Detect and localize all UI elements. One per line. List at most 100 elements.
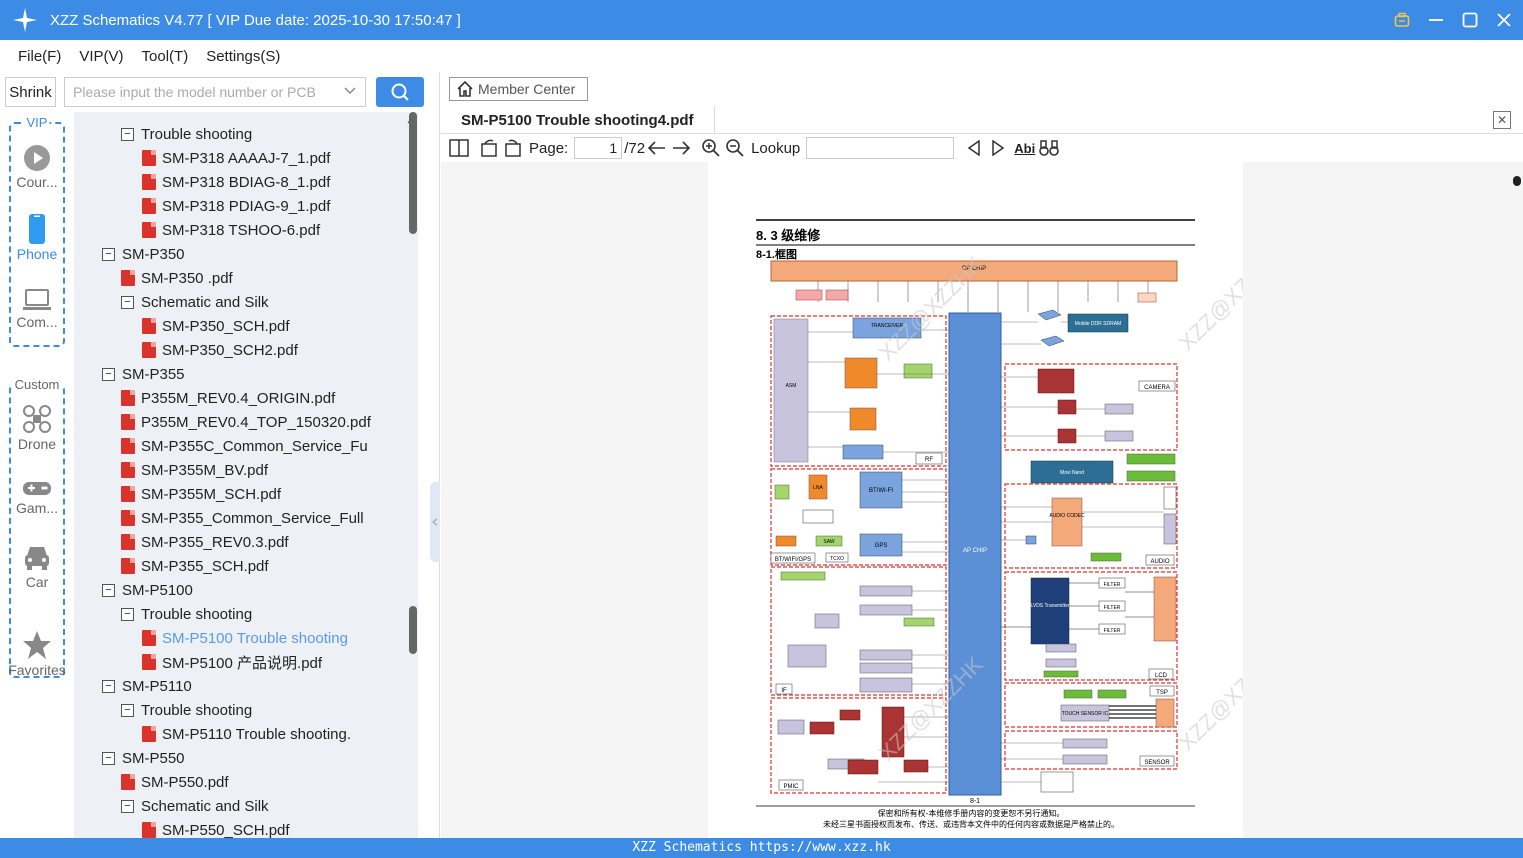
tree-file-item[interactable]: SM-P318 PDIAG-9_1.pdf (142, 194, 330, 218)
binoculars-icon[interactable] (1037, 136, 1061, 160)
custom-group-label: Custom (12, 377, 62, 392)
shrink-button[interactable]: Shrink (5, 77, 56, 107)
viewer-scroll-thumb[interactable] (1513, 176, 1521, 186)
menu-vip[interactable]: VIP(V) (79, 48, 123, 65)
tree-file-item[interactable]: SM-P355M_SCH.pdf (121, 482, 281, 506)
tree-file-item[interactable]: SM-P350_SCH.pdf (142, 314, 290, 338)
tree-folder-item[interactable]: − SM-P355 (102, 362, 185, 386)
tree-folder-item[interactable]: − Trouble shooting (121, 122, 252, 146)
tree-file-item[interactable]: SM-P318 AAAAJ-7_1.pdf (142, 146, 330, 170)
rotate-right-icon[interactable] (501, 136, 525, 160)
search-button[interactable] (376, 77, 424, 107)
menu-file[interactable]: File(F) (18, 48, 61, 65)
tree-folder-item[interactable]: − Schematic and Silk (121, 290, 269, 314)
rotate-left-icon[interactable] (477, 136, 501, 160)
tree-file-item[interactable]: SM-P355_Common_Service_Full (121, 506, 364, 530)
tree-item-label: SM-P350_SCH2.pdf (162, 341, 298, 359)
vip-bag-icon[interactable] (1393, 11, 1411, 29)
tree-file-item[interactable]: SM-P318 BDIAG-8_1.pdf (142, 170, 330, 194)
tree-file-item[interactable]: SM-P355_SCH.pdf (121, 554, 269, 578)
tree-file-item[interactable]: P355M_REV0.4_TOP_150320.pdf (121, 410, 371, 434)
tree-file-item[interactable]: SM-P5100 Trouble shooting (142, 626, 348, 650)
maximize-button[interactable] (1461, 11, 1479, 29)
rail-phone[interactable]: Phone (0, 214, 74, 262)
lvds-label: LVDS Transmitter (1030, 603, 1069, 609)
next-match-icon[interactable] (986, 136, 1010, 160)
pdf-viewer[interactable]: 8. 3 级维修 8-1.框图 CP CHIP AP CHIP ASM TRAN… (441, 162, 1523, 838)
menu-settings[interactable]: Settings(S) (206, 48, 280, 65)
collapse-icon[interactable]: − (121, 295, 134, 309)
search-input[interactable]: Please input the model number or PCB (64, 77, 366, 107)
tree-folder-item[interactable]: − Trouble shooting (121, 602, 252, 626)
tree-file-item[interactable]: SM-P550.pdf (121, 770, 229, 794)
rail-course[interactable]: Cour... (0, 144, 74, 190)
course-play-icon (24, 145, 50, 171)
arrow-left-icon[interactable] (645, 136, 669, 160)
close-tab-button[interactable]: ✕ (1493, 111, 1511, 129)
asm-label: ASM (786, 383, 797, 389)
collapse-icon[interactable]: − (102, 367, 115, 381)
tree-item-label: SM-P318 AAAAJ-7_1.pdf (162, 149, 331, 167)
zoom-out-icon[interactable] (723, 136, 747, 160)
tree-file-item[interactable]: SM-P5100 产品说明.pdf (142, 650, 322, 674)
tree-file-item[interactable]: SM-P350_SCH2.pdf (142, 338, 298, 362)
collapse-icon[interactable]: − (121, 607, 134, 621)
tree-item-label: SM-P355 (122, 365, 185, 383)
lookup-label: Lookup (751, 139, 801, 157)
arrow-right-icon[interactable] (669, 136, 693, 160)
tab-document[interactable]: SM-P5100 Trouble shooting4.pdf (441, 106, 715, 134)
collapse-icon[interactable]: − (102, 679, 115, 693)
tree-scrollbar[interactable] (407, 112, 417, 838)
tree-item-label: Trouble shooting (141, 125, 253, 143)
tree-file-item[interactable]: SM-P550_SCH.pdf (142, 818, 290, 838)
tree-folder-item[interactable]: − SM-P5110 (102, 674, 192, 698)
rail-label: Car (25, 574, 49, 590)
main-area: Member Center SM-P5100 Trouble shooting4… (441, 72, 1523, 838)
member-center-button[interactable]: Member Center (449, 77, 588, 101)
tree-file-item[interactable]: SM-P318 TSHOO-6.pdf (142, 218, 320, 242)
collapse-icon[interactable]: − (102, 751, 115, 765)
panel-splitter[interactable] (430, 482, 440, 562)
rail-car[interactable]: Car (0, 544, 74, 590)
tree-file-item[interactable]: SM-P355C_Common_Service_Fu (121, 434, 368, 458)
tree-file-item[interactable]: SM-P355M_BV.pdf (121, 458, 268, 482)
rail-computer[interactable]: Com... (0, 288, 74, 330)
collapse-icon[interactable]: − (121, 799, 134, 813)
rail-label: Cour... (16, 174, 58, 190)
collapse-icon[interactable]: − (102, 583, 115, 597)
zoom-in-icon[interactable] (699, 136, 723, 160)
tree-item-label: SM-P318 BDIAG-8_1.pdf (162, 173, 331, 191)
collapse-icon[interactable]: − (121, 127, 134, 141)
previous-match-icon[interactable] (962, 136, 986, 160)
tree-folder-item[interactable]: − SM-P5100 (102, 578, 193, 602)
doc-subheading: 8-1.框图 (756, 247, 797, 261)
rail-favorites[interactable]: Favorites (0, 630, 74, 678)
tree-file-item[interactable]: P355M_REV0.4_ORIGIN.pdf (121, 386, 335, 410)
viewer-scrollbar[interactable] (1511, 162, 1523, 838)
pdf-file-icon (121, 390, 135, 406)
lookup-input[interactable] (806, 137, 955, 159)
tree-item-label: Schematic and Silk (141, 797, 269, 815)
tree-file-item[interactable]: SM-P355_REV0.3.pdf (121, 530, 289, 554)
collapse-icon[interactable]: − (121, 703, 134, 717)
collapse-icon[interactable]: − (102, 247, 115, 261)
minimize-button[interactable] (1427, 11, 1445, 29)
tree-folder-item[interactable]: − SM-P550 (102, 746, 185, 770)
tree-file-item[interactable]: SM-P5110 Trouble shooting. (142, 722, 351, 746)
close-button[interactable] (1495, 11, 1513, 29)
tree-folder-item[interactable]: − Trouble shooting (121, 698, 252, 722)
tree-scroll-thumb[interactable] (409, 112, 417, 234)
page-number-input[interactable]: 1 (574, 137, 623, 159)
menu-tool[interactable]: Tool(T) (142, 48, 189, 65)
tcxo-label: TCXO (830, 556, 844, 562)
lna-label: LNA (813, 485, 823, 491)
match-case-button[interactable]: Abi (1014, 141, 1035, 156)
rail-game[interactable]: Gam... (0, 478, 74, 516)
chevron-down-icon[interactable] (343, 83, 357, 100)
sidebar-toggle-icon[interactable] (447, 136, 471, 160)
tree-folder-item[interactable]: − Schematic and Silk (121, 794, 269, 818)
tree-scroll-thumb-2[interactable] (409, 606, 417, 654)
tree-file-item[interactable]: SM-P350 .pdf (121, 266, 233, 290)
rail-drone[interactable]: Drone (0, 404, 74, 452)
tree-folder-item[interactable]: − SM-P350 (102, 242, 185, 266)
